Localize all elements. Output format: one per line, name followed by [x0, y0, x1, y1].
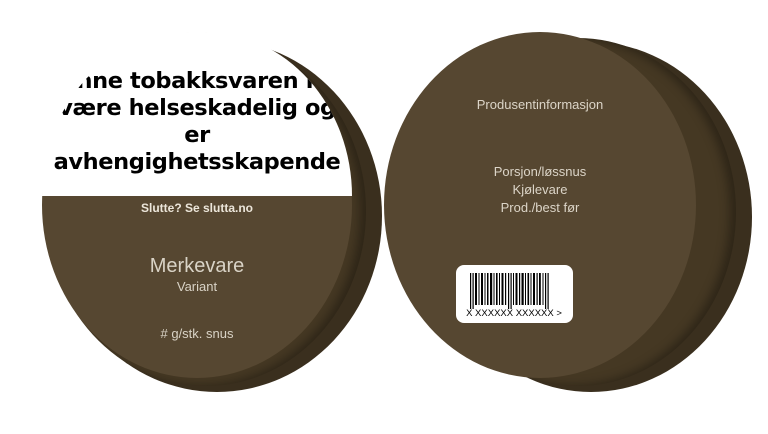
barcode-bars: X XXXXXX XXXXXX >: [466, 273, 562, 319]
barcode-label: X XXXXXX XXXXXX >: [456, 265, 573, 323]
variant-name: Variant: [176, 279, 218, 294]
date-text: Prod./best før: [500, 200, 580, 215]
health-warning-box: Denne tobakksvaren kan være helseskadeli…: [42, 32, 352, 196]
amount-text: # g/stk. snus: [160, 326, 234, 341]
back-can: [360, 0, 768, 434]
health-warning-text: Denne tobakksvaren kan være helseskadeli…: [43, 68, 351, 175]
brand-name: Merkevare: [149, 255, 245, 277]
producer-info: Produsentinformasjon: [476, 97, 604, 112]
front-can: Denne tobakksvaren kan være helseskadeli…: [0, 0, 400, 434]
barcode-number: X XXXXXX XXXXXX >: [466, 308, 562, 319]
portion-text: Porsjon/løssnus: [493, 164, 587, 179]
quit-line: Slutte? Se slutta.no: [140, 201, 253, 215]
storage-text: Kjølevare: [512, 182, 568, 197]
